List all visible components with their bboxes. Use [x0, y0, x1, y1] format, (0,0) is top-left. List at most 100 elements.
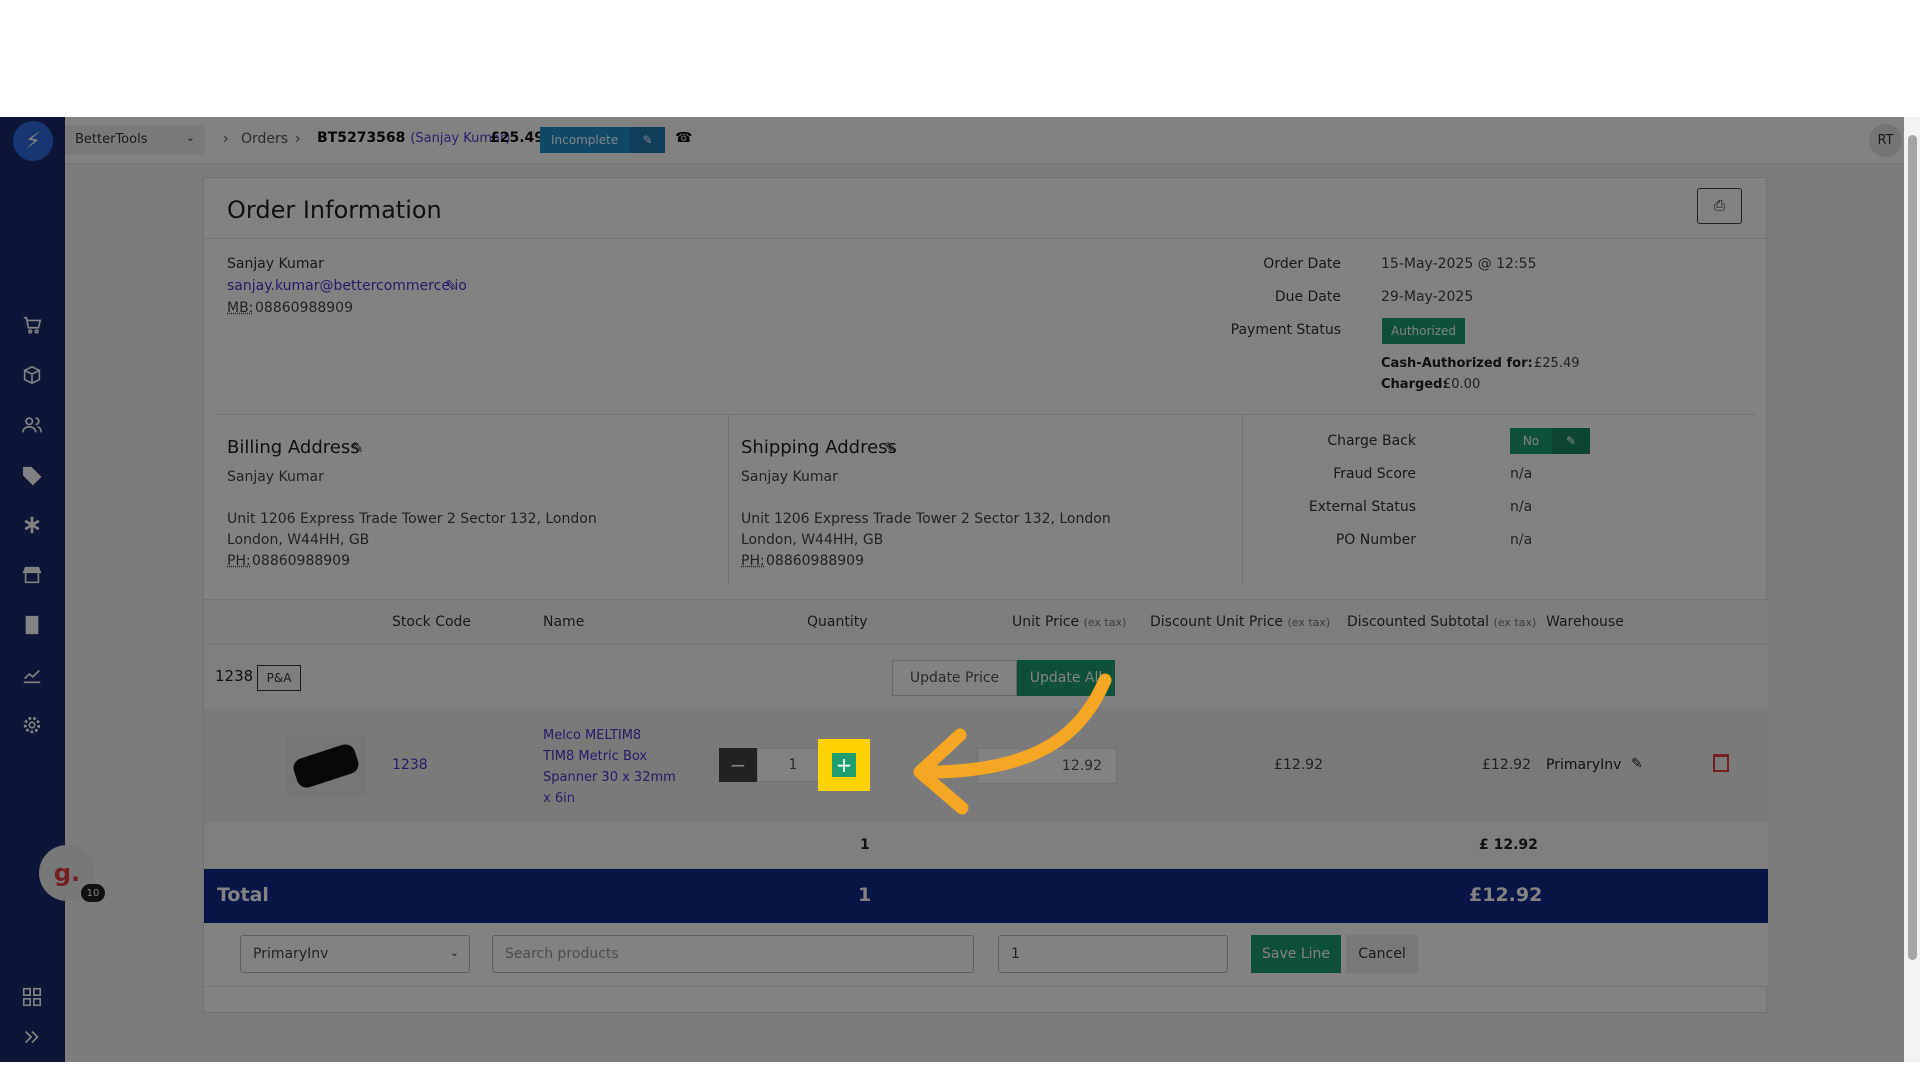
external-status: n/a — [1510, 499, 1533, 515]
edit-warehouse-icon[interactable]: ✎ — [1631, 756, 1643, 772]
breadcrumb-orders[interactable]: Orders — [241, 131, 288, 147]
billing-address-title: Billing Address — [227, 437, 360, 458]
order-status-button[interactable]: Incomplete ✎ — [540, 127, 665, 153]
user-avatar[interactable]: RT — [1869, 124, 1902, 157]
customer-email-link[interactable]: sanjay.kumar@bettercommerce.io — [227, 278, 467, 294]
table-row: 1238 Melco MELTIM8 TIM8 Metric Box Spann… — [204, 709, 1768, 822]
shipping-phone-label: PH: — [741, 553, 765, 569]
ex-tax-note: (ex tax) — [1287, 616, 1331, 629]
brand-logo-icon[interactable]: ⚡ — [13, 121, 53, 161]
users-icon[interactable] — [14, 407, 50, 443]
app-shell: ⚡ BetterTools ⌄ › Orders › BT5273568 (Sa… — [0, 117, 1920, 1062]
top-bar: BetterTools ⌄ › Orders › BT5273568 (Sanj… — [65, 117, 1920, 164]
charge-back-label: Charge Back — [1327, 433, 1416, 449]
ex-tax-note: (ex tax) — [1493, 616, 1537, 629]
cart-icon[interactable] — [14, 307, 50, 343]
order-amount: £25.49 — [490, 130, 545, 146]
sidebar: ⚡ — [0, 117, 65, 1062]
item-discount-unit-price: £12.92 — [1274, 757, 1323, 773]
billing-phone: 08860988909 — [252, 553, 350, 569]
warehouse-select[interactable]: PrimaryInv ⌄ — [240, 935, 470, 973]
add-quantity-input[interactable]: 1 — [998, 935, 1228, 973]
guide-count-badge: 10 — [81, 884, 105, 902]
box-icon[interactable] — [14, 357, 50, 393]
payment-status-badge: Authorized — [1382, 318, 1466, 344]
cancel-button[interactable]: Cancel — [1346, 935, 1418, 973]
order-number-text: BT5273568 — [317, 130, 406, 146]
col-warehouse: Warehouse — [1546, 614, 1624, 630]
col-unit-price: Unit Price (ex tax) — [1012, 614, 1126, 630]
group-row: 1238 P&A Update Price Update All — [204, 645, 1768, 709]
charged-label: Charged: — [1381, 377, 1448, 392]
billing-phone-label: PH: — [227, 553, 251, 569]
charge-back-button[interactable]: No ✎ — [1510, 428, 1590, 454]
customer-mobile: 08860988909 — [255, 300, 353, 316]
charge-back-value: No — [1510, 428, 1552, 454]
billing-name: Sanjay Kumar — [227, 469, 324, 485]
edit-icon[interactable]: ✎ — [1552, 428, 1590, 454]
divider — [1242, 414, 1243, 586]
increase-quantity-button[interactable]: + — [832, 753, 856, 777]
apps-grid-icon[interactable] — [14, 979, 50, 1015]
order-status-label: Incomplete — [540, 127, 630, 153]
item-subtotal: £12.92 — [1482, 757, 1531, 773]
update-price-button[interactable]: Update Price — [892, 660, 1017, 696]
edit-icon[interactable]: ✎ — [630, 127, 665, 153]
save-line-button[interactable]: Save Line — [1251, 935, 1341, 973]
total-amount: £12.92 — [1469, 884, 1543, 906]
shipping-line2: London, W44HH, GB — [741, 532, 884, 548]
expand-sidebar-icon[interactable] — [14, 1019, 50, 1055]
phone-icon[interactable]: ☎ — [675, 130, 692, 146]
total-quantity: 1 — [858, 884, 872, 906]
col-discounted-subtotal: Discounted Subtotal (ex tax) — [1347, 614, 1536, 630]
edit-billing-icon[interactable]: ✎ — [351, 439, 364, 457]
group-code: 1238 — [215, 667, 254, 685]
settings-gear-icon[interactable] — [14, 707, 50, 743]
item-name-line: x 6in — [543, 791, 575, 806]
col-stock-code: Stock Code — [392, 614, 472, 630]
chart-icon[interactable] — [14, 657, 50, 693]
col-discount-unit-price: Discount Unit Price (ex tax) — [1150, 614, 1330, 630]
edit-email-icon[interactable]: ✎ — [445, 278, 457, 294]
scrollbar-thumb[interactable] — [1908, 135, 1917, 960]
quantity-input[interactable]: 1 — [757, 748, 829, 782]
order-number: BT5273568 (Sanjay Kumar) — [317, 130, 510, 146]
tags-icon[interactable] — [14, 457, 50, 493]
warehouse-select-value: PrimaryInv — [253, 946, 329, 962]
breadcrumb-separator: › — [295, 131, 301, 147]
shipping-address-title: Shipping Address — [741, 437, 897, 458]
edit-shipping-icon[interactable]: ✎ — [884, 439, 897, 457]
item-stock-code-link[interactable]: 1238 — [392, 757, 428, 773]
asterisk-icon[interactable] — [14, 507, 50, 543]
fraud-score: n/a — [1510, 466, 1533, 482]
breadcrumb-separator: › — [223, 131, 229, 147]
order-date: 15-May-2025 @ 12:55 — [1381, 256, 1537, 272]
print-button[interactable]: ⎙ — [1697, 188, 1742, 224]
item-name-link[interactable]: Melco MELTIM8 TIM8 Metric Box Spanner 30… — [543, 725, 676, 809]
group-quantity: 1 — [860, 837, 870, 853]
billing-line2: London, W44HH, GB — [227, 532, 370, 548]
po-number: n/a — [1510, 532, 1533, 548]
payment-status-label: Payment Status — [1230, 322, 1341, 338]
item-name-line: Spanner 30 x 32mm — [543, 770, 676, 785]
decrease-quantity-button[interactable]: − — [719, 748, 757, 782]
update-all-button[interactable]: Update All — [1017, 660, 1115, 696]
shipping-name: Sanjay Kumar — [741, 469, 838, 485]
cash-authorized-label: Cash-Authorized for: — [1381, 356, 1533, 371]
table-header: Stock Code Name Quantity Unit Price (ex … — [204, 599, 1768, 645]
divider — [204, 238, 1768, 239]
order-date-label: Order Date — [1263, 256, 1341, 272]
store-name: BetterTools — [75, 132, 148, 147]
total-label: Total — [217, 884, 269, 906]
delete-item-icon[interactable] — [1713, 754, 1729, 772]
pa-button[interactable]: P&A — [257, 665, 301, 691]
mobile-label: MB: — [227, 300, 254, 316]
search-products-input[interactable]: Search products — [492, 935, 974, 973]
store-icon[interactable] — [14, 557, 50, 593]
building-icon[interactable] — [14, 607, 50, 643]
unit-price-input[interactable]: 12.92 — [977, 748, 1117, 784]
col-quantity: Quantity — [807, 614, 868, 630]
col-unit-price-text: Unit Price — [1012, 614, 1080, 630]
billing-line1: Unit 1206 Express Trade Tower 2 Sector 1… — [227, 511, 597, 527]
store-selector[interactable]: BetterTools ⌄ — [65, 125, 205, 155]
